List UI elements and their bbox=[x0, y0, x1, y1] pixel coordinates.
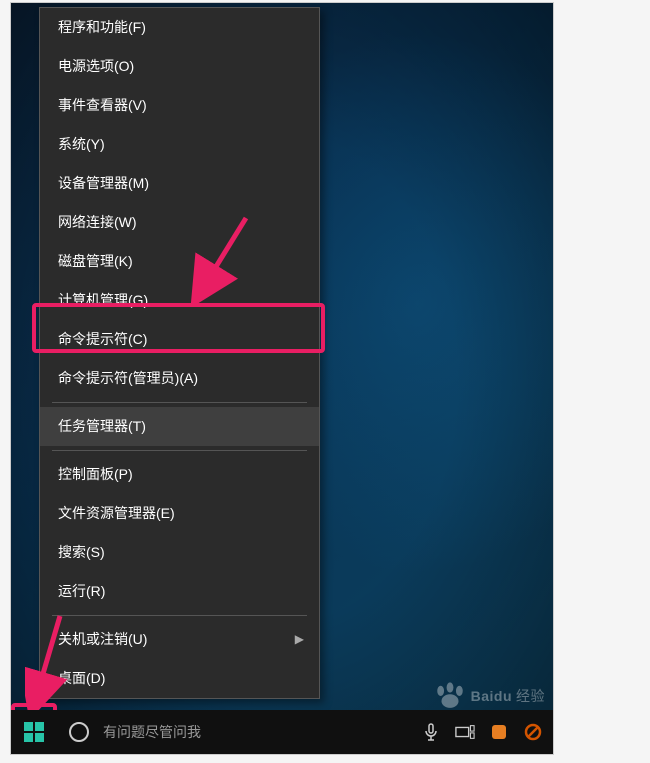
windows-logo-icon bbox=[24, 722, 44, 742]
menu-task-manager[interactable]: 任务管理器(T) bbox=[40, 407, 319, 446]
tray-app-icon[interactable] bbox=[489, 722, 509, 742]
menu-label: 桌面(D) bbox=[58, 670, 105, 686]
menu-label: 关机或注销(U) bbox=[58, 631, 147, 647]
baidu-watermark: Baidu 经验 bbox=[433, 682, 545, 710]
menu-label: 命令提示符(C) bbox=[58, 331, 147, 347]
menu-label: 磁盘管理(K) bbox=[58, 253, 133, 269]
menu-programs-features[interactable]: 程序和功能(F) bbox=[40, 8, 319, 47]
menu-desktop[interactable]: 桌面(D) bbox=[40, 659, 319, 698]
search-box[interactable]: 有问题尽管问我 bbox=[103, 722, 421, 742]
menu-label: 事件查看器(V) bbox=[58, 97, 147, 113]
submenu-arrow-icon: ▶ bbox=[295, 620, 304, 659]
menu-label: 任务管理器(T) bbox=[58, 418, 146, 434]
menu-label: 控制面板(P) bbox=[58, 466, 133, 482]
taskview-icon[interactable] bbox=[455, 722, 475, 742]
baidu-paw-icon bbox=[433, 682, 467, 710]
menu-shutdown-signout[interactable]: 关机或注销(U) ▶ bbox=[40, 620, 319, 659]
menu-separator bbox=[52, 450, 307, 451]
tray-blocked-icon[interactable] bbox=[523, 722, 543, 742]
menu-separator bbox=[52, 402, 307, 403]
start-button[interactable] bbox=[11, 710, 57, 754]
menu-command-prompt[interactable]: 命令提示符(C) bbox=[40, 320, 319, 359]
winx-context-menu: 程序和功能(F) 电源选项(O) 事件查看器(V) 系统(Y) 设备管理器(M)… bbox=[39, 7, 320, 699]
cortana-button[interactable] bbox=[57, 710, 101, 754]
menu-label: 设备管理器(M) bbox=[58, 175, 149, 191]
watermark-text: 经验 bbox=[516, 686, 545, 706]
menu-separator bbox=[52, 615, 307, 616]
menu-label: 程序和功能(F) bbox=[58, 19, 146, 35]
menu-device-manager[interactable]: 设备管理器(M) bbox=[40, 164, 319, 203]
desktop-area: 程序和功能(F) 电源选项(O) 事件查看器(V) 系统(Y) 设备管理器(M)… bbox=[10, 2, 554, 755]
menu-label: 搜索(S) bbox=[58, 544, 105, 560]
menu-label: 网络连接(W) bbox=[58, 214, 137, 230]
menu-label: 文件资源管理器(E) bbox=[58, 505, 175, 521]
search-placeholder: 有问题尽管问我 bbox=[103, 724, 201, 740]
menu-system[interactable]: 系统(Y) bbox=[40, 125, 319, 164]
menu-network-connections[interactable]: 网络连接(W) bbox=[40, 203, 319, 242]
menu-search[interactable]: 搜索(S) bbox=[40, 533, 319, 572]
menu-power-options[interactable]: 电源选项(O) bbox=[40, 47, 319, 86]
menu-file-explorer[interactable]: 文件资源管理器(E) bbox=[40, 494, 319, 533]
microphone-icon[interactable] bbox=[421, 722, 441, 742]
menu-label: 系统(Y) bbox=[58, 136, 105, 152]
menu-label: 计算机管理(G) bbox=[58, 292, 148, 308]
menu-label: 电源选项(O) bbox=[58, 58, 134, 74]
menu-command-prompt-admin[interactable]: 命令提示符(管理员)(A) bbox=[40, 359, 319, 398]
menu-control-panel[interactable]: 控制面板(P) bbox=[40, 455, 319, 494]
menu-run[interactable]: 运行(R) bbox=[40, 572, 319, 611]
taskbar: 有问题尽管问我 bbox=[11, 710, 553, 754]
menu-disk-management[interactable]: 磁盘管理(K) bbox=[40, 242, 319, 281]
menu-computer-management[interactable]: 计算机管理(G) bbox=[40, 281, 319, 320]
menu-label: 命令提示符(管理员)(A) bbox=[58, 370, 198, 386]
menu-label: 运行(R) bbox=[58, 583, 105, 599]
menu-event-viewer[interactable]: 事件查看器(V) bbox=[40, 86, 319, 125]
system-tray bbox=[421, 722, 553, 742]
watermark-brand: Baidu bbox=[471, 688, 512, 704]
cortana-circle-icon bbox=[68, 721, 90, 743]
